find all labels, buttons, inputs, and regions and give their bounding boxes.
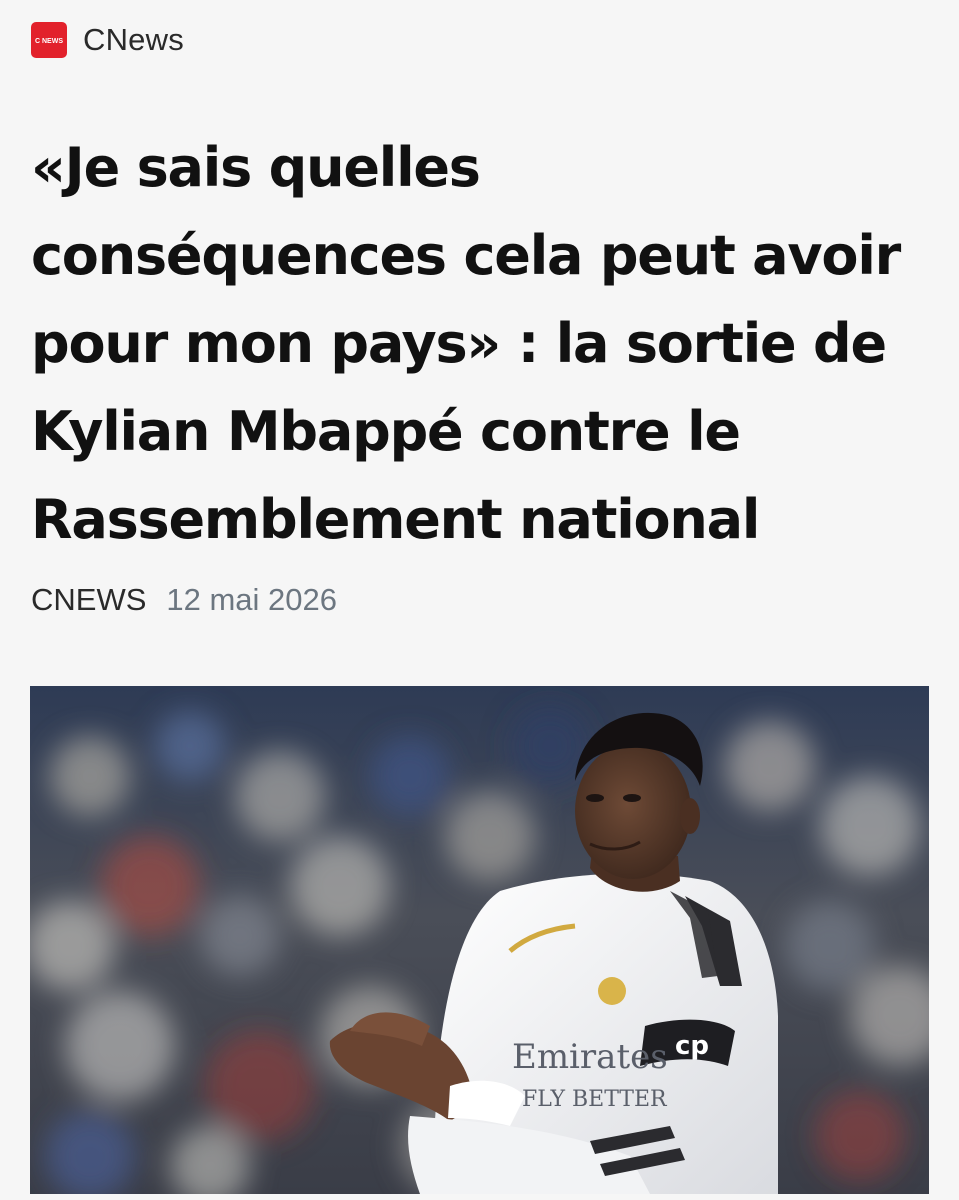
club-crest-icon bbox=[598, 977, 626, 1005]
jersey-sponsor-sub: FLY BETTER bbox=[522, 1087, 668, 1112]
hero-photo-illustration: cp Emirates FLY BETTER bbox=[30, 686, 929, 1194]
source-name[interactable]: CNews bbox=[83, 22, 184, 58]
article-headline[interactable]: «Je sais quelles conséquences cela peut … bbox=[31, 124, 931, 564]
article-hero-image[interactable]: cp Emirates FLY BETTER bbox=[30, 686, 929, 1194]
headline-line: «Je sais quelles bbox=[31, 136, 481, 199]
armband-text: cp bbox=[675, 1031, 709, 1061]
cnews-logo-icon: C NEWS bbox=[31, 22, 67, 58]
jersey-sponsor-main: Emirates bbox=[512, 1037, 668, 1077]
article-meta: CNEWS 12 mai 2026 bbox=[31, 580, 337, 620]
headline-line: Kylian Mbappé contre le bbox=[31, 400, 741, 463]
headline-line: pour mon pays» : la sortie de bbox=[31, 312, 887, 375]
article-author[interactable]: CNEWS bbox=[31, 582, 146, 618]
source-header[interactable]: C NEWS CNews bbox=[31, 20, 184, 60]
cnews-logo-text: C NEWS bbox=[35, 38, 63, 45]
headline-line: Rassemblement national bbox=[31, 488, 760, 551]
cnews-logo-glyph: C NEWS bbox=[35, 38, 63, 45]
article-date: 12 mai 2026 bbox=[166, 582, 338, 617]
headline-line: conséquences cela peut avoir bbox=[31, 224, 901, 287]
